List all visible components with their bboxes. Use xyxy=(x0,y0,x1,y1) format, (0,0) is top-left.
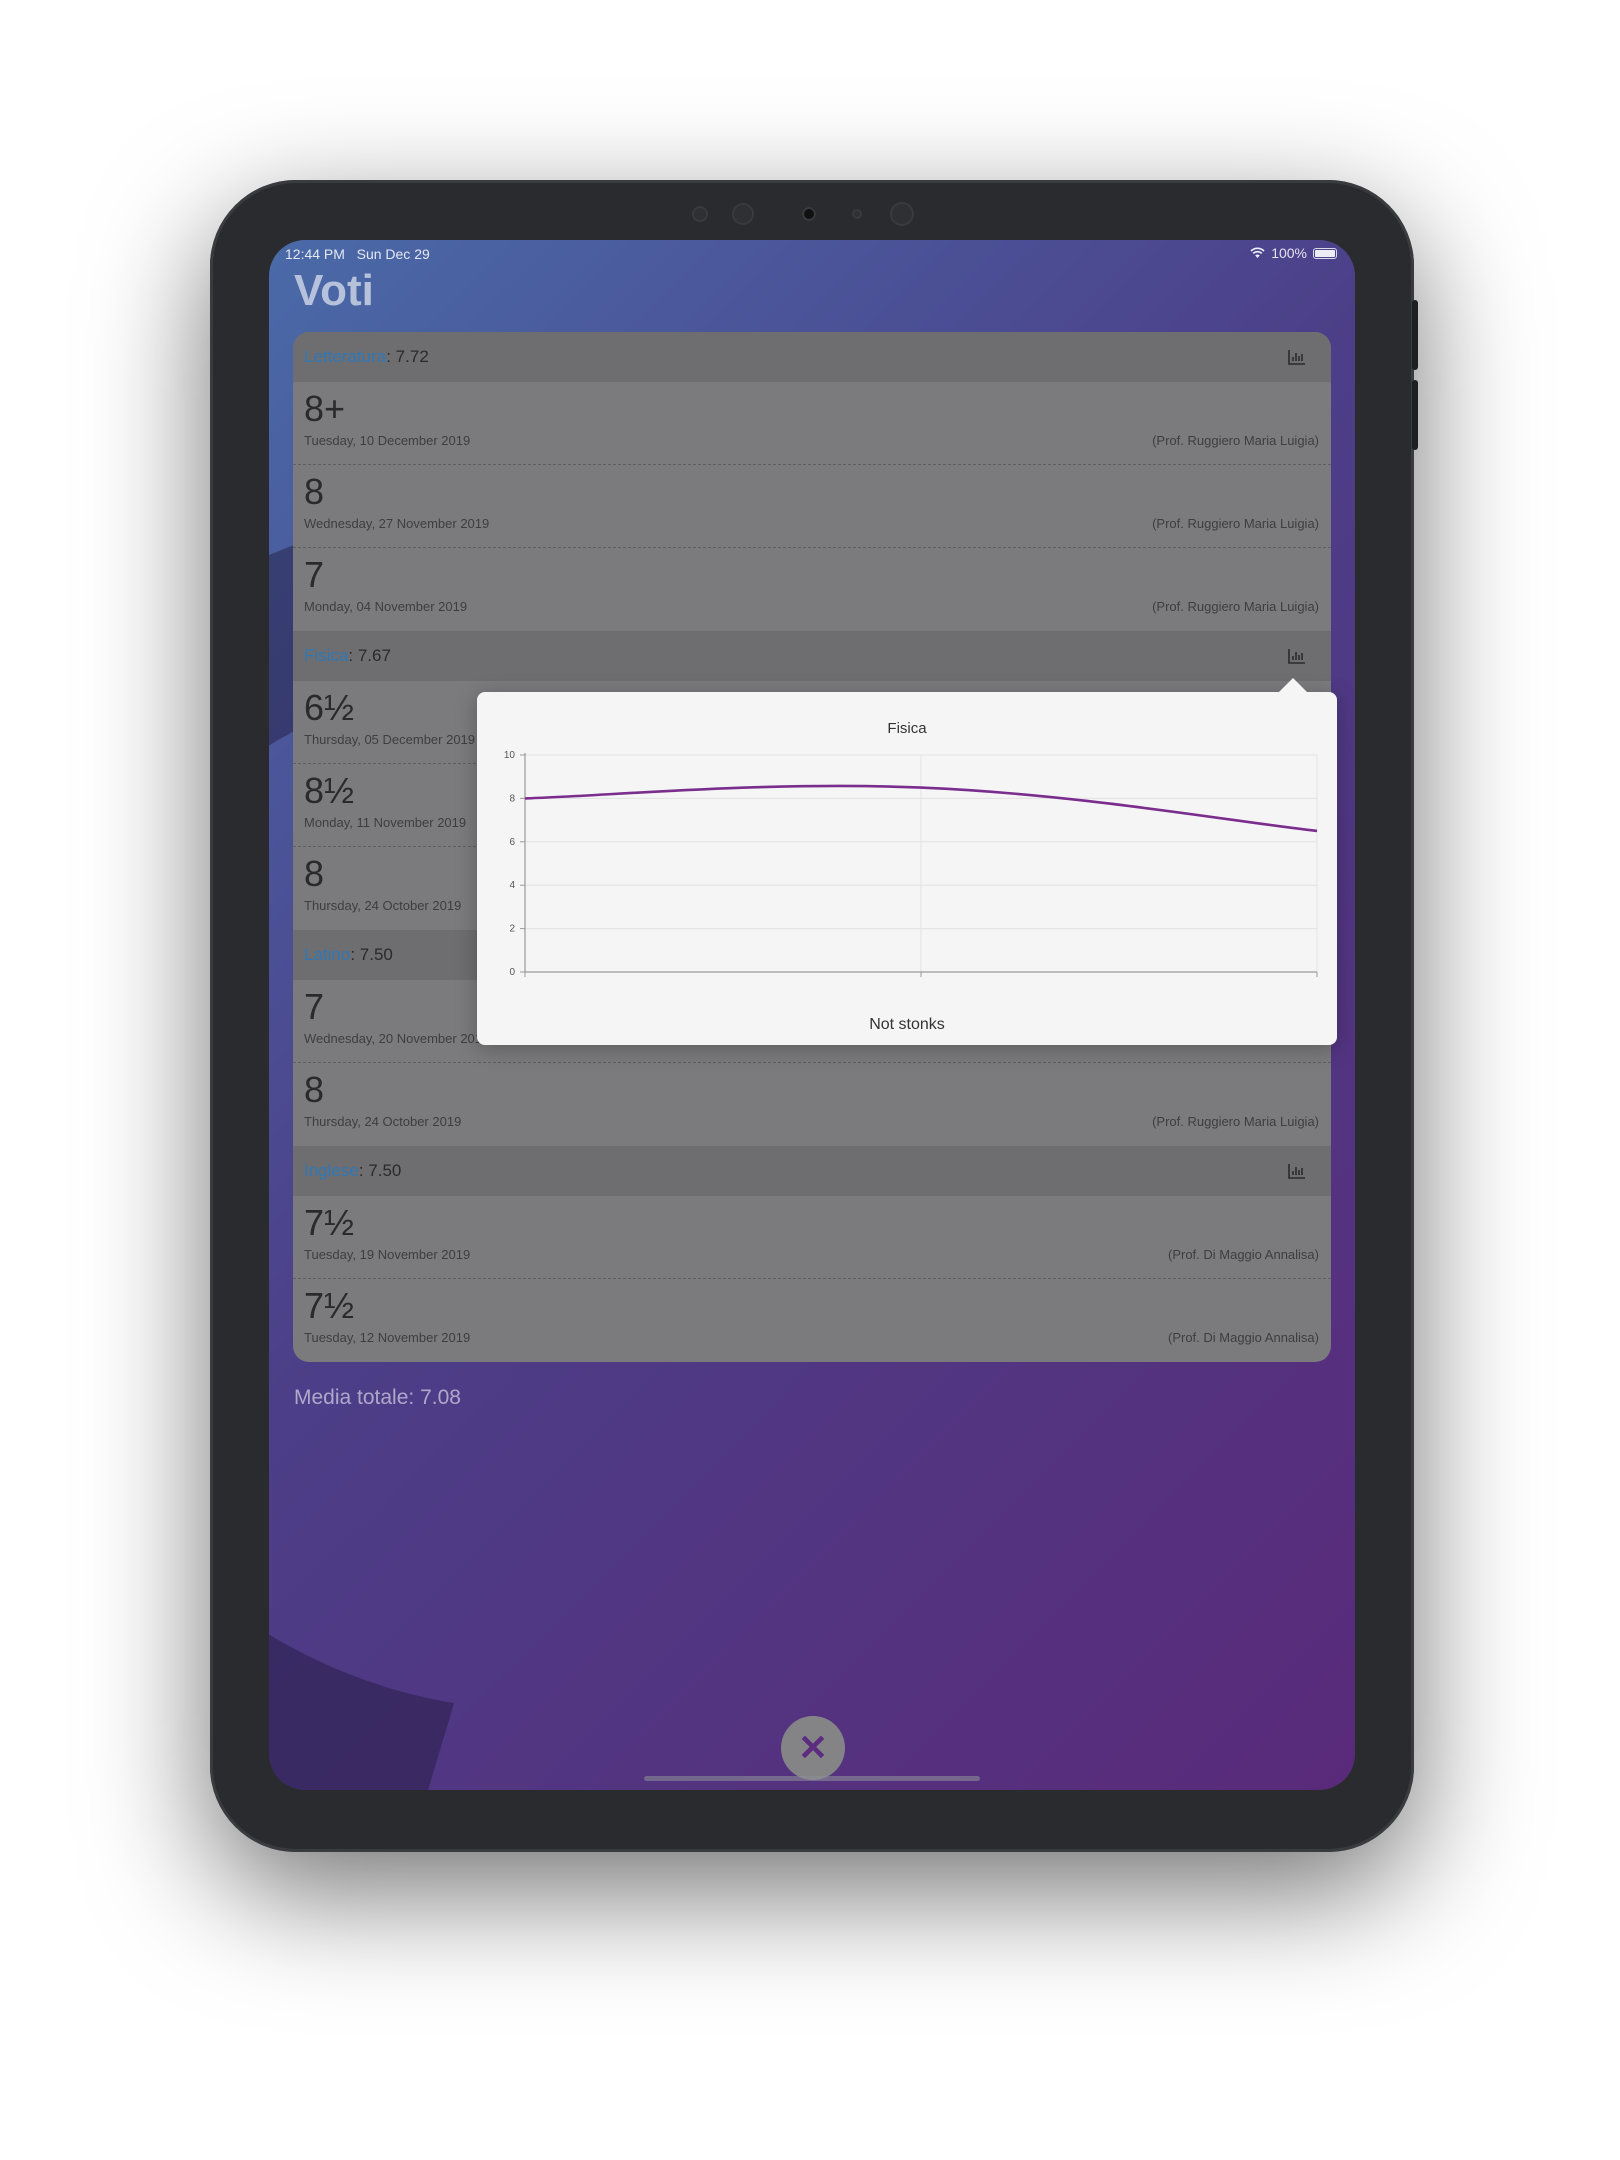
grade-row[interactable]: 7½ Tuesday, 12 November 2019 (Prof. Di M… xyxy=(293,1279,1331,1362)
page-title: Voti xyxy=(294,266,374,315)
home-indicator[interactable] xyxy=(644,1776,980,1781)
subject-average: : 7.72 xyxy=(386,347,429,366)
grade-value: 8½ xyxy=(304,770,355,811)
battery-percent: 100% xyxy=(1271,245,1307,261)
grade-date: Thursday, 05 December 2019 xyxy=(304,732,476,747)
close-icon: ✕ xyxy=(797,1727,829,1768)
grade-value: 7 xyxy=(304,986,325,1027)
total-average: Media totale: 7.08 xyxy=(294,1386,461,1409)
y-tick-label: 8 xyxy=(509,793,515,804)
status-time: 12:44 PM Sun Dec 29 xyxy=(285,246,430,262)
chart-caption: Not stonks xyxy=(869,1016,945,1033)
grade-value: 8+ xyxy=(304,388,346,429)
camera-sensors xyxy=(692,198,932,228)
status-indicators: 100% xyxy=(1250,245,1337,261)
grade-date: Wednesday, 20 November 2019 xyxy=(304,1031,490,1046)
subject-name: Letteratura xyxy=(304,347,387,366)
top-button xyxy=(1412,300,1418,370)
y-tick-label: 0 xyxy=(509,967,515,978)
grade-row[interactable]: 8 Thursday, 24 October 2019 (Prof. Ruggi… xyxy=(293,1063,1331,1146)
grade-row[interactable]: 8 Wednesday, 27 November 2019 (Prof. Rug… xyxy=(293,465,1331,548)
grade-date: Wednesday, 27 November 2019 xyxy=(304,516,490,531)
grade-date: Tuesday, 12 November 2019 xyxy=(304,1330,471,1345)
chart-title: Fisica xyxy=(887,720,927,737)
subject-header-letteratura: Letteratura: 7.72 xyxy=(293,332,1331,382)
y-tick-label: 10 xyxy=(504,750,516,761)
grade-value: 7½ xyxy=(304,1285,355,1326)
subject-average: : 7.67 xyxy=(348,646,391,665)
bar-chart-icon[interactable] xyxy=(1287,348,1307,366)
subject-average: : 7.50 xyxy=(350,945,393,964)
grade-date: Monday, 04 November 2019 xyxy=(304,599,468,614)
popover-arrow xyxy=(1279,678,1307,692)
grade-row[interactable]: 7 Monday, 04 November 2019 (Prof. Ruggie… xyxy=(293,548,1331,631)
screen: 12:44 PM Sun Dec 29 100% Voti Letteratur… xyxy=(269,240,1355,1790)
grade-teacher: (Prof. Di Maggio Annalisa) xyxy=(1167,1330,1319,1345)
y-tick-label: 6 xyxy=(509,837,515,848)
grade-date: Tuesday, 19 November 2019 xyxy=(304,1247,471,1262)
grade-row[interactable]: 7½ Tuesday, 19 November 2019 (Prof. Di M… xyxy=(293,1196,1331,1279)
grade-teacher: (Prof. Ruggiero Maria Luigia) xyxy=(1152,516,1319,531)
subject-header-inglese: Inglese: 7.50 xyxy=(293,1146,1331,1196)
grade-date: Tuesday, 10 December 2019 xyxy=(304,433,471,448)
volume-button xyxy=(1412,380,1418,450)
grade-value: 8 xyxy=(304,853,325,894)
subject-average: : 7.50 xyxy=(358,1161,402,1180)
y-tick-label: 2 xyxy=(509,924,515,935)
grade-teacher: (Prof. Di Maggio Annalisa) xyxy=(1167,1247,1319,1262)
bar-chart-icon[interactable] xyxy=(1287,647,1307,665)
grade-value: 8 xyxy=(304,1069,325,1110)
grade-teacher: (Prof. Ruggiero Maria Luigia) xyxy=(1152,599,1319,614)
grade-date: Thursday, 24 October 2019 xyxy=(304,898,462,913)
grade-value: 8 xyxy=(304,471,325,512)
grade-teacher: (Prof. Ruggiero Maria Luigia) xyxy=(1152,433,1319,448)
ipad-frame: 12:44 PM Sun Dec 29 100% Voti Letteratur… xyxy=(210,180,1418,1852)
line-chart: Fisica 0 2 4 6 8 10 xyxy=(504,720,1318,978)
subject-name: Latino xyxy=(304,945,351,964)
bar-chart-icon[interactable] xyxy=(1287,1162,1307,1180)
battery-icon xyxy=(1313,247,1337,259)
y-tick-label: 4 xyxy=(509,880,515,891)
subject-header-fisica: Fisica: 7.67 xyxy=(293,631,1331,681)
grade-value: 7½ xyxy=(304,1202,355,1243)
grade-date: Thursday, 24 October 2019 xyxy=(304,1114,462,1129)
grade-value: 7 xyxy=(304,554,325,595)
grade-value: 6½ xyxy=(304,687,355,728)
chart-popover: Fisica 0 2 4 6 8 10 Not stonks xyxy=(477,678,1337,1045)
close-button[interactable]: ✕ xyxy=(781,1716,845,1780)
grade-date: Monday, 11 November 2019 xyxy=(304,815,467,830)
grade-teacher: (Prof. Ruggiero Maria Luigia) xyxy=(1152,1114,1319,1129)
status-bar: 12:44 PM Sun Dec 29 100% xyxy=(269,240,1355,264)
wifi-icon xyxy=(1250,247,1265,258)
subject-name: Inglese xyxy=(304,1161,359,1180)
grade-row[interactable]: 8+ Tuesday, 10 December 2019 (Prof. Rugg… xyxy=(293,382,1331,465)
subject-name: Fisica xyxy=(304,646,349,665)
